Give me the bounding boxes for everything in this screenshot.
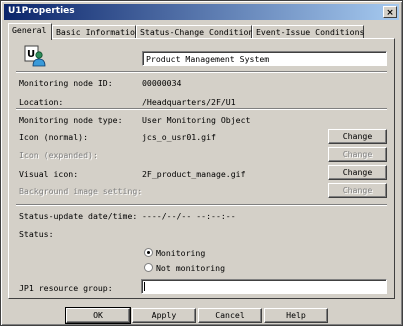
monitoring-radio[interactable] bbox=[144, 248, 153, 257]
change-background-button[interactable]: Change bbox=[328, 183, 387, 198]
change-visual-icon-button[interactable]: Change bbox=[328, 165, 387, 180]
location-value: /Headquarters/2F/U1 bbox=[142, 97, 236, 107]
visual-icon-value: 2F_product_manage.gif bbox=[142, 169, 246, 179]
node-type-label: Monitoring node type: bbox=[19, 115, 123, 125]
not-monitoring-radio-label[interactable]: Not monitoring bbox=[156, 263, 225, 273]
tab-status-change-condition[interactable]: Status-Change Condition bbox=[136, 25, 253, 39]
icon-normal-label: Icon (normal): bbox=[19, 132, 89, 142]
location-label: Location: bbox=[19, 97, 64, 107]
apply-button[interactable]: Apply bbox=[132, 308, 196, 323]
node-name-field[interactable]: Product Management System bbox=[142, 51, 387, 66]
icon-normal-value: jcs_o_usr01.gif bbox=[142, 132, 216, 142]
tab-general[interactable]: General bbox=[8, 23, 52, 40]
separator bbox=[16, 108, 387, 110]
tab-basic-information[interactable]: Basic Information bbox=[52, 25, 140, 39]
not-monitoring-radio[interactable] bbox=[144, 263, 153, 272]
separator bbox=[16, 204, 387, 206]
window-title: U1Properties bbox=[8, 6, 75, 16]
icon-expanded-label: Icon (expanded): bbox=[19, 150, 98, 160]
visual-icon-label: Visual icon: bbox=[19, 169, 79, 179]
change-icon-expanded-button[interactable]: Change bbox=[328, 147, 387, 162]
change-icon-normal-button[interactable]: Change bbox=[328, 129, 387, 144]
text-cursor bbox=[144, 282, 145, 291]
status-update-value: ----/--/-- --:--:-- bbox=[142, 211, 236, 221]
radio-selected-dot bbox=[147, 251, 150, 254]
node-id-value: 00000034 bbox=[142, 78, 182, 88]
user-monitoring-object-icon: U bbox=[24, 45, 46, 67]
node-id-label: Monitoring node ID: bbox=[19, 78, 113, 88]
help-button[interactable]: Help bbox=[264, 308, 328, 323]
jp1-resource-group-input[interactable] bbox=[141, 279, 387, 294]
monitoring-radio-label[interactable]: Monitoring bbox=[156, 248, 205, 258]
properties-window: U1Properties × General Basic Information… bbox=[0, 0, 403, 326]
cancel-button[interactable]: Cancel bbox=[198, 308, 262, 323]
tab-event-issue-conditions[interactable]: Event-Issue Conditions bbox=[252, 25, 364, 39]
jp1-resource-group-label: JP1 resource group: bbox=[19, 283, 113, 293]
node-type-value: User Monitoring Object bbox=[142, 115, 251, 125]
close-button[interactable]: × bbox=[383, 6, 397, 18]
status-label: Status: bbox=[19, 229, 54, 239]
status-update-label: Status-update date/time: bbox=[19, 211, 138, 221]
ok-button[interactable]: OK bbox=[65, 307, 131, 324]
separator bbox=[16, 71, 387, 73]
svg-text:U: U bbox=[27, 49, 35, 60]
background-image-label: Background image setting: bbox=[19, 186, 143, 196]
title-bar: U1Properties × bbox=[4, 4, 399, 20]
